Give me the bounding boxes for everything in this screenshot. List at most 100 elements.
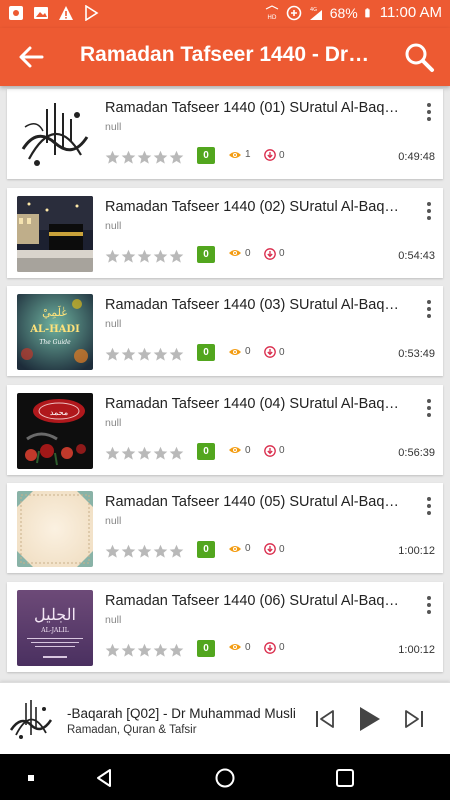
star-icon[interactable] [105, 446, 120, 461]
star-icon[interactable] [137, 249, 152, 264]
downloads-counter: 0 [264, 641, 285, 654]
downloads-counter: 0 [264, 247, 285, 260]
star-icon[interactable] [153, 544, 168, 559]
episode-duration: 0:56:39 [398, 446, 435, 459]
download-icon [264, 444, 276, 457]
downloads-counter: 0 [264, 149, 285, 161]
star-icon[interactable] [137, 150, 152, 165]
star-icon[interactable] [105, 347, 120, 362]
eye-icon [229, 151, 241, 158]
eye-icon [229, 348, 241, 355]
more-options-icon[interactable] [417, 101, 441, 123]
list-item[interactable]: الجليل AL-JALIL Ramadan Tafseer 1440 (06)… [7, 581, 443, 672]
star-icon[interactable] [121, 150, 136, 165]
star-icon[interactable] [137, 446, 152, 461]
star-icon[interactable] [169, 643, 184, 658]
episode-subtitle: null [105, 613, 122, 626]
star-icon[interactable] [137, 643, 152, 658]
star-icon[interactable] [121, 544, 136, 559]
star-icon[interactable] [137, 544, 152, 559]
episode-thumbnail: محمد [17, 392, 93, 469]
downloads-count: 0 [279, 248, 285, 259]
views-count: 0 [245, 641, 251, 653]
star-icon[interactable] [153, 249, 168, 264]
nav-back-icon[interactable] [94, 767, 116, 789]
clock: 11:00 AM [379, 4, 442, 21]
episode-thumbnail [17, 195, 93, 272]
views-counter: 0 [228, 445, 251, 456]
rating-stars[interactable] [105, 150, 184, 165]
star-icon[interactable] [153, 347, 168, 362]
episode-subtitle: null [105, 515, 122, 527]
views-count: 0 [245, 444, 251, 456]
star-icon[interactable] [153, 150, 168, 165]
more-options-icon[interactable] [417, 298, 441, 320]
rating-stars[interactable] [105, 446, 184, 461]
star-icon[interactable] [121, 446, 136, 461]
star-icon[interactable] [169, 150, 184, 165]
rating-stars[interactable] [105, 544, 184, 559]
system-nav-bar [0, 754, 450, 800]
play-icon[interactable] [356, 705, 382, 733]
list-item[interactable]: Ramadan Tafseer 1440 (02) SUratul Al-Baq… [7, 187, 443, 278]
star-icon[interactable] [169, 249, 184, 264]
warning-icon [59, 6, 73, 20]
star-icon[interactable] [137, 347, 152, 362]
mini-player[interactable]: -Baqarah [Q02] - Dr Muhammad Muslim Rama… [0, 682, 450, 754]
star-icon[interactable] [121, 249, 136, 264]
episode-title: Ramadan Tafseer 1440 (03) SUratul Al-Baq… [105, 297, 403, 313]
signal-4g-icon: 4G [309, 7, 322, 20]
downloads-counter: 0 [264, 346, 285, 358]
views-count: 1 [245, 149, 251, 160]
nav-home-icon[interactable] [214, 767, 236, 789]
star-icon[interactable] [169, 544, 184, 559]
star-icon[interactable] [105, 249, 120, 264]
more-options-icon[interactable] [417, 397, 441, 419]
star-icon[interactable] [121, 643, 136, 658]
episode-duration: 1:00:12 [398, 545, 435, 557]
star-icon[interactable] [105, 544, 120, 559]
more-options-icon[interactable] [417, 495, 441, 517]
episode-thumbnail [17, 491, 93, 567]
skip-previous-icon[interactable] [313, 707, 337, 731]
views-counter: 0 [228, 346, 251, 357]
list-item[interactable]: Ramadan Tafseer 1440 (01) SUratul Al-Baq… [7, 89, 443, 179]
star-icon[interactable] [105, 643, 120, 658]
episode-list[interactable]: Ramadan Tafseer 1440 (01) SUratul Al-Baq… [0, 86, 450, 682]
downloads-count: 0 [279, 346, 285, 358]
download-icon [264, 346, 276, 358]
svg-text:عٰلَمِيْ: عٰلَمِيْ [42, 306, 68, 319]
star-icon[interactable] [121, 347, 136, 362]
rating-stars[interactable] [105, 643, 184, 658]
more-options-icon[interactable] [417, 594, 441, 616]
battery-icon [364, 7, 370, 17]
search-icon[interactable] [402, 40, 436, 74]
star-icon[interactable] [153, 643, 168, 658]
star-icon[interactable] [169, 446, 184, 461]
downloads-count: 0 [279, 445, 285, 456]
download-icon [264, 543, 276, 555]
star-icon[interactable] [169, 347, 184, 362]
rating-count-badge: 0 [197, 442, 215, 460]
list-item[interactable]: محمد Ramadan Tafseer 1440 (04) SUratul A… [7, 384, 443, 475]
recents-dot-icon[interactable] [20, 767, 42, 789]
rating-stars[interactable] [105, 347, 184, 362]
notification-app-icon [9, 6, 23, 20]
rating-stars[interactable] [105, 249, 184, 264]
eye-icon [229, 447, 241, 453]
episode-duration: 0:54:43 [398, 249, 435, 262]
eye-icon [229, 644, 241, 650]
back-arrow-icon[interactable] [16, 42, 46, 72]
star-icon[interactable] [153, 446, 168, 461]
star-icon[interactable] [105, 150, 120, 165]
episode-thumbnail: عٰلَمِيْ AL-HADI The Guide [17, 294, 93, 370]
skip-next-icon[interactable] [402, 707, 426, 731]
episode-subtitle: null [105, 318, 122, 330]
list-item[interactable]: عٰلَمِيْ AL-HADI The Guide Ramadan Tafseer… [7, 286, 443, 376]
list-item[interactable]: Ramadan Tafseer 1440 (05) SUratul Al-Baq… [7, 483, 443, 573]
more-options-icon[interactable] [417, 200, 441, 222]
downloads-count: 0 [279, 149, 285, 161]
hd-signal-icon: HD [265, 4, 278, 21]
episode-thumbnail: الجليل AL-JALIL [17, 589, 93, 666]
nav-overview-icon[interactable] [334, 767, 356, 789]
